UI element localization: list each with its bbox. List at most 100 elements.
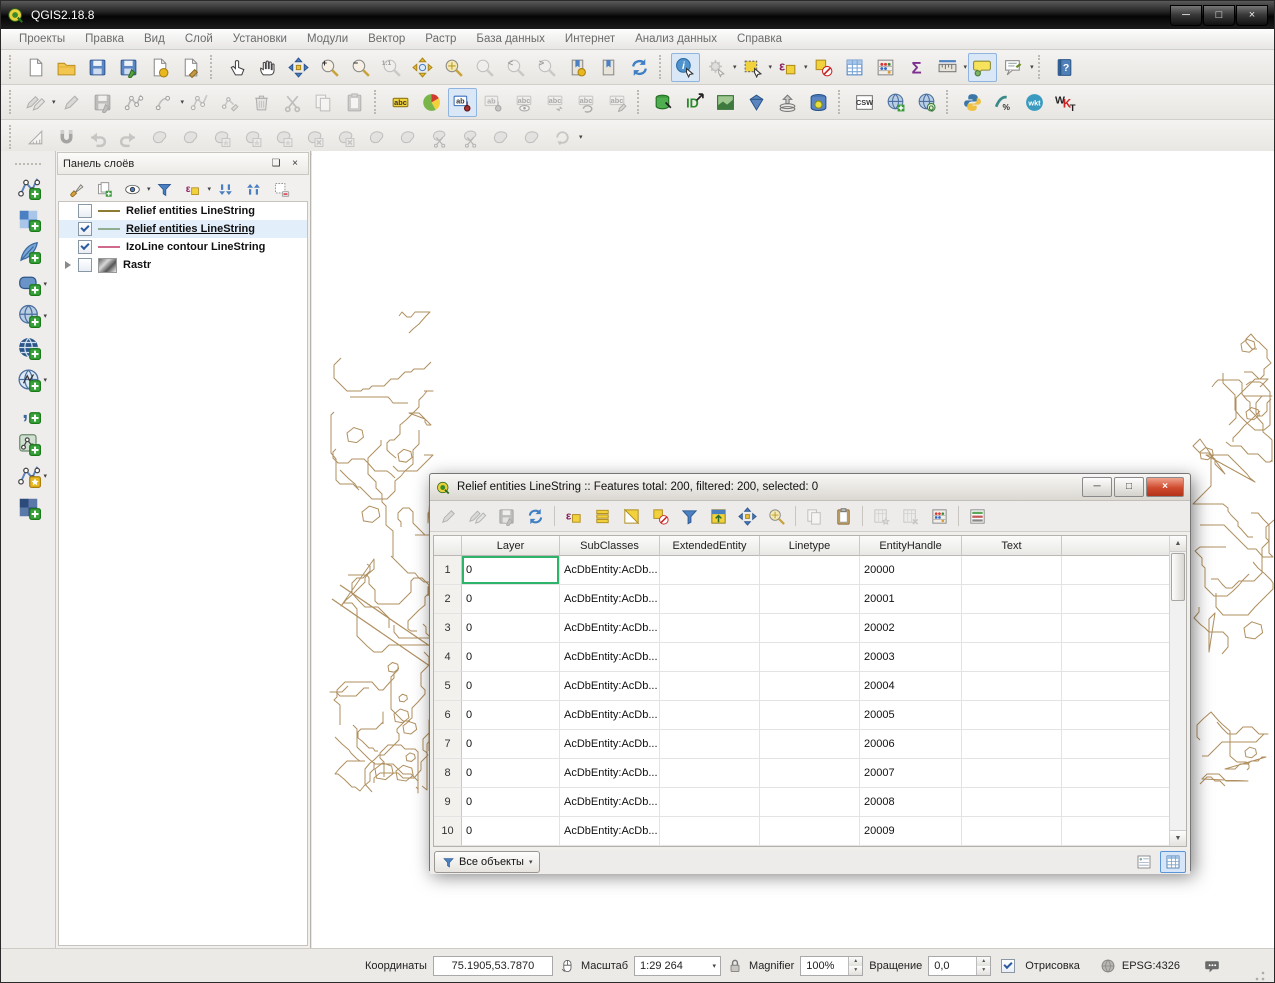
cell[interactable] bbox=[660, 788, 760, 817]
open-attribute-table[interactable] bbox=[840, 53, 869, 82]
undo[interactable] bbox=[83, 123, 112, 152]
add-wms-service[interactable] bbox=[881, 88, 910, 117]
row-number[interactable]: 5 bbox=[434, 672, 462, 701]
run-feature-action[interactable] bbox=[702, 53, 731, 82]
magnifier-spinner[interactable]: 100%▲▼ bbox=[800, 956, 863, 976]
deselect-all[interactable] bbox=[809, 53, 838, 82]
dialog-title-bar[interactable]: Relief entities LineString :: Features t… bbox=[430, 474, 1190, 501]
cell[interactable]: AcDbEntity:AcDb... bbox=[560, 759, 660, 788]
expand-all[interactable] bbox=[212, 176, 238, 202]
reshape-features[interactable] bbox=[362, 123, 391, 152]
cell[interactable]: 20005 bbox=[860, 701, 962, 730]
simplify-feature[interactable] bbox=[176, 123, 205, 152]
save-layer-edits[interactable] bbox=[88, 88, 117, 117]
zoom-next[interactable]: > bbox=[532, 53, 561, 82]
node-tool[interactable] bbox=[185, 88, 214, 117]
layer-label[interactable]: IzoLine contour LineString bbox=[126, 241, 265, 253]
zoom-native[interactable]: 1:1 bbox=[377, 53, 406, 82]
show-hide-labels[interactable]: abc bbox=[510, 88, 539, 117]
python-console[interactable] bbox=[958, 88, 987, 117]
project-save[interactable] bbox=[83, 53, 112, 82]
add-spatialite-layer[interactable] bbox=[11, 237, 45, 266]
metasearch-csw[interactable]: CSW bbox=[850, 88, 879, 117]
toolbar-handle[interactable] bbox=[9, 55, 16, 79]
dialog-close-button[interactable]: × bbox=[1146, 477, 1184, 497]
cell[interactable]: 0 bbox=[462, 817, 560, 846]
cell[interactable]: 20003 bbox=[860, 643, 962, 672]
layer-labeling[interactable]: abc bbox=[386, 88, 415, 117]
collapse-all[interactable] bbox=[240, 176, 266, 202]
deselect-all[interactable] bbox=[647, 503, 674, 530]
cell[interactable] bbox=[962, 817, 1062, 846]
cell[interactable]: 20000 bbox=[860, 556, 962, 585]
chevron-down-icon[interactable]: ▾ bbox=[43, 472, 47, 480]
toggle-editing[interactable] bbox=[57, 88, 86, 117]
chevron-down-icon[interactable]: ▾ bbox=[181, 98, 185, 106]
select-all[interactable] bbox=[589, 503, 616, 530]
touch-zoom-pan[interactable] bbox=[222, 53, 251, 82]
cell[interactable] bbox=[962, 672, 1062, 701]
multi-edit[interactable] bbox=[464, 503, 491, 530]
show-statistics[interactable]: Σ bbox=[902, 53, 931, 82]
layer-label[interactable]: Rastr bbox=[123, 259, 151, 271]
cell[interactable] bbox=[962, 556, 1062, 585]
offset-curve[interactable] bbox=[393, 123, 422, 152]
scroll-thumb[interactable] bbox=[1171, 553, 1185, 601]
paste-features[interactable] bbox=[340, 88, 369, 117]
new-print-composer[interactable] bbox=[145, 53, 174, 82]
cell[interactable] bbox=[660, 759, 760, 788]
new-shapefile-layer[interactable]: ▾ bbox=[11, 461, 45, 490]
cell[interactable]: AcDbEntity:AcDb... bbox=[560, 643, 660, 672]
layer-checkbox[interactable] bbox=[78, 222, 92, 236]
menu-10[interactable]: Анализ данных bbox=[625, 33, 727, 45]
scroll-down-arrow[interactable]: ▼ bbox=[1170, 830, 1186, 846]
cell[interactable] bbox=[760, 556, 860, 585]
cell[interactable]: AcDbEntity:AcDb... bbox=[560, 585, 660, 614]
column-header-text[interactable]: Text bbox=[962, 536, 1062, 556]
add-wms-layer[interactable]: ▾ bbox=[11, 301, 45, 330]
menu-7[interactable]: Растр bbox=[415, 33, 466, 45]
enable-advanced-digitizing[interactable] bbox=[21, 123, 50, 152]
layer-checkbox[interactable] bbox=[78, 240, 92, 254]
menu-8[interactable]: База данных bbox=[466, 33, 555, 45]
map-tips[interactable] bbox=[968, 53, 997, 82]
copy-selected-rows[interactable] bbox=[801, 503, 828, 530]
cell[interactable] bbox=[760, 759, 860, 788]
column-header-extendedentity[interactable]: ExtendedEntity bbox=[660, 536, 760, 556]
cell[interactable]: AcDbEntity:AcDb... bbox=[560, 701, 660, 730]
cell[interactable] bbox=[760, 817, 860, 846]
cell[interactable] bbox=[962, 730, 1062, 759]
cell[interactable]: AcDbEntity:AcDb... bbox=[560, 556, 660, 585]
db-manager[interactable] bbox=[649, 88, 678, 117]
cell[interactable]: AcDbEntity:AcDb... bbox=[560, 672, 660, 701]
menu-4[interactable]: Установки bbox=[223, 33, 297, 45]
georeferencer[interactable] bbox=[711, 88, 740, 117]
add-group[interactable] bbox=[91, 176, 117, 202]
delete-field[interactable] bbox=[897, 503, 924, 530]
panel-close-button[interactable]: × bbox=[287, 156, 303, 171]
menu-0[interactable]: Проекты bbox=[9, 33, 75, 45]
zoom-to-layer[interactable] bbox=[439, 53, 468, 82]
cell[interactable]: 0 bbox=[462, 730, 560, 759]
rotate-point-symbols[interactable] bbox=[548, 123, 577, 152]
cell[interactable] bbox=[660, 701, 760, 730]
merge-features[interactable] bbox=[486, 123, 515, 152]
cell[interactable] bbox=[962, 701, 1062, 730]
crs-globe-icon[interactable] bbox=[1100, 958, 1116, 974]
wkt-import[interactable]: wkt bbox=[1020, 88, 1049, 117]
chevron-down-icon[interactable]: ▾ bbox=[52, 98, 56, 106]
wkt-tools[interactable]: WKT bbox=[1051, 88, 1080, 117]
cell[interactable]: 0 bbox=[462, 788, 560, 817]
show-bookmarks[interactable] bbox=[594, 53, 623, 82]
merge-attributes[interactable] bbox=[517, 123, 546, 152]
scroll-up-arrow[interactable]: ▲ bbox=[1170, 536, 1186, 552]
project-save-as[interactable] bbox=[114, 53, 143, 82]
table-view-button[interactable] bbox=[1160, 851, 1186, 873]
resize-grip[interactable] bbox=[1254, 970, 1266, 982]
cell[interactable] bbox=[760, 585, 860, 614]
cell[interactable]: 20001 bbox=[860, 585, 962, 614]
chevron-down-icon[interactable]: ▾ bbox=[147, 185, 151, 193]
raster-percent[interactable]: % bbox=[989, 88, 1018, 117]
cell[interactable] bbox=[660, 614, 760, 643]
toolbar-handle[interactable] bbox=[15, 163, 41, 165]
